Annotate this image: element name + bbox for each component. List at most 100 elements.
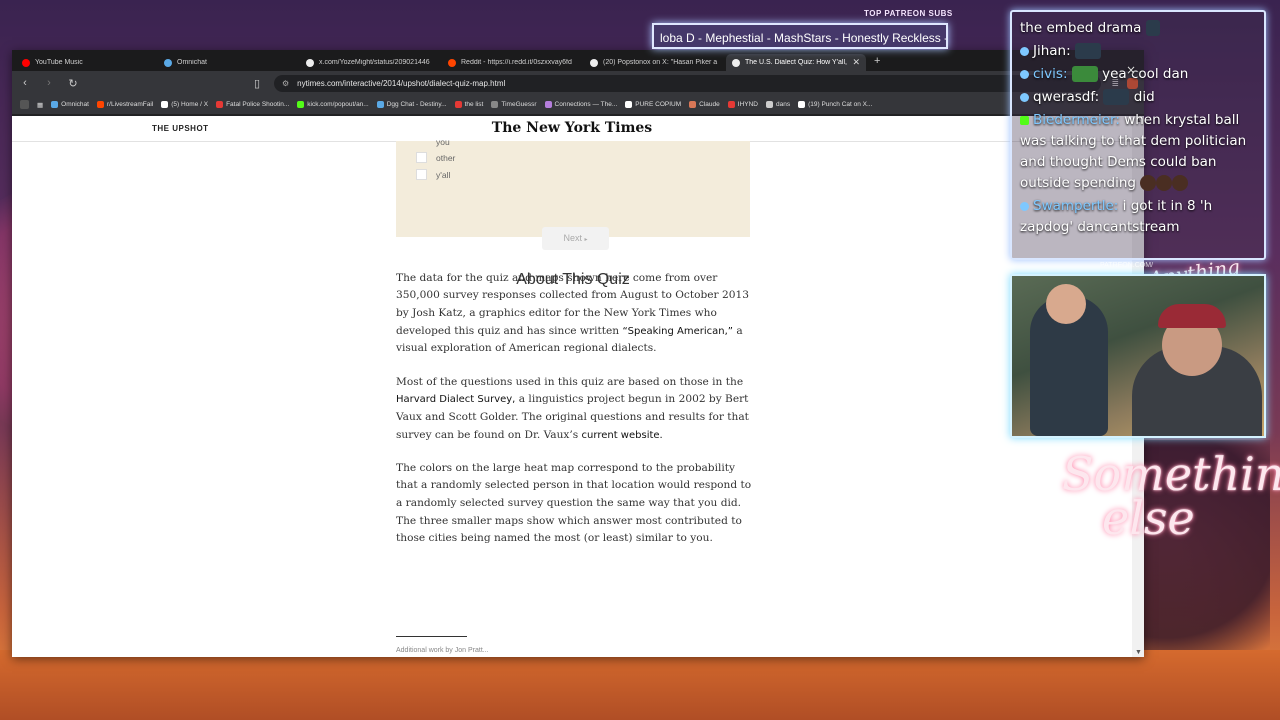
emote-icon <box>1071 66 1098 82</box>
emote-icon <box>1103 89 1130 105</box>
address-bar[interactable]: ⚙ nytimes.com/interactive/2014/upshot/di… <box>274 74 1102 92</box>
reddit-icon <box>448 58 456 67</box>
tab-omnichat[interactable]: Omnichat <box>158 54 298 71</box>
bookmark-omnichat[interactable]: Omnichat <box>51 101 89 108</box>
claude-icon <box>689 101 697 108</box>
bookmark-punch-cat[interactable]: (19) Punch Cat on X... <box>798 101 872 108</box>
footnote-text: Additional work by Jon Pratt... <box>396 647 489 654</box>
chat-text: yea cool dan <box>1102 66 1189 82</box>
option-label: you <box>436 136 450 147</box>
tab-x-status[interactable]: x.com/YozeMight/status/209021446 <box>300 54 440 71</box>
new-tab-button[interactable]: + <box>868 55 886 67</box>
tab-reddit[interactable]: Reddit - https://i.redd.it/0szxxvay6fd <box>442 54 582 71</box>
bookmark-police-shootings[interactable]: Fatal Police Shootin... <box>216 101 289 108</box>
omnichat-icon <box>164 58 172 67</box>
bookmark-pure-copium[interactable]: PURE COPIUM <box>625 101 681 108</box>
bookmark-dgg[interactable]: Dgg Chat - Destiny... <box>376 101 447 108</box>
chat-username: Jihan: <box>1033 43 1071 59</box>
x-icon <box>306 58 314 67</box>
bookmark-the-list[interactable]: the list <box>454 101 484 108</box>
emote-icon <box>1140 175 1157 191</box>
forward-icon[interactable]: › <box>42 77 56 89</box>
bookmark-label: Connections — The... <box>554 101 618 108</box>
tab-strip: YouTube Music Omnichat x.com/YozeMight/s… <box>12 50 1144 71</box>
grid-icon[interactable]: ▦ <box>37 101 43 109</box>
chat-username: Swampertle: <box>1033 198 1119 214</box>
bookmark-connections[interactable]: Connections — The... <box>544 101 618 108</box>
harvard-dialect-survey-link[interactable]: Harvard Dialect Survey, <box>396 394 515 405</box>
quiz-option-yall[interactable]: y'all <box>416 169 450 180</box>
current-website-link[interactable]: current website. <box>582 430 663 441</box>
tab-label: Omnichat <box>177 59 207 66</box>
close-icon[interactable]: ✕ <box>852 57 860 68</box>
background-ground <box>0 650 1280 720</box>
tab-youtube-music[interactable]: YouTube Music <box>16 54 156 71</box>
x-icon <box>590 58 598 67</box>
shooting-icon <box>216 101 224 108</box>
bookmark-x-home[interactable]: (5) Home / X <box>161 101 208 108</box>
reload-icon[interactable]: ↻ <box>66 77 80 90</box>
bookmark-label: Omnichat <box>61 101 89 108</box>
kick-icon <box>297 101 305 108</box>
globe-icon <box>491 101 499 108</box>
stream-chat-overlay: the embed drama Jihan: civis: yea cool d… <box>1010 10 1266 260</box>
bookmark-label: PURE COPIUM <box>635 101 682 108</box>
paragraph-text: Most of the questions used in this quiz … <box>396 375 744 388</box>
checkbox[interactable] <box>416 152 427 163</box>
connections-icon <box>544 101 552 108</box>
apps-icon[interactable] <box>20 100 29 109</box>
scroll-down-icon[interactable]: ▼ <box>1135 649 1142 656</box>
tab-label: Reddit - https://i.redd.it/0szxxvay6fd <box>461 59 572 66</box>
tab-label: x.com/YozeMight/status/209021446 <box>319 59 430 66</box>
quiz-option-you[interactable]: you <box>416 136 450 147</box>
url-text: nytimes.com/interactive/2014/upshot/dial… <box>297 78 506 88</box>
bookmark-kick[interactable]: kick.com/popout/an... <box>297 101 369 108</box>
checkbox[interactable] <box>416 169 427 180</box>
option-label: y'all <box>436 169 451 180</box>
chat-message: qwerasdf: did <box>1020 87 1256 108</box>
nyt-header: THE UPSHOT The New York Times <box>12 116 1132 142</box>
bookmark-dans[interactable]: dans <box>766 101 790 108</box>
browser-toolbar: ‹ › ↻ ▯ ⚙ nytimes.com/interactive/2014/u… <box>12 71 1144 95</box>
user-badge-icon <box>1020 92 1029 102</box>
youtube-icon <box>727 101 735 108</box>
quiz-option-other[interactable]: other <box>416 152 455 163</box>
next-button[interactable]: Next ▸ <box>542 227 609 250</box>
bookmark-livestreamfail[interactable]: r/LivestreamFail <box>96 101 153 108</box>
bookmark-icon[interactable]: ▯ <box>250 77 264 90</box>
chat-message: the embed drama <box>1020 18 1256 39</box>
bookmark-label: IHYND <box>737 101 758 108</box>
bookmark-claude[interactable]: Claude <box>689 101 720 108</box>
bookmark-label: Fatal Police Shootin... <box>226 101 290 108</box>
tab-label: (20) Popstonox on X: "Hasan Piker a <box>603 59 718 66</box>
divider <box>396 636 467 637</box>
back-icon[interactable]: ‹ <box>18 77 32 89</box>
webcam-headphones <box>1158 304 1226 328</box>
nyt-icon <box>732 58 740 67</box>
close-icon[interactable]: × <box>1126 60 1136 81</box>
chat-message: civis: yea cool dan <box>1020 64 1256 85</box>
chat-username: civis: <box>1033 66 1068 82</box>
site-info-icon[interactable]: ⚙ <box>282 79 289 88</box>
speaking-american-link[interactable]: “Speaking American,” <box>622 326 733 337</box>
nyt-masthead-logo[interactable]: The New York Times <box>12 120 1132 136</box>
tab-label: YouTube Music <box>35 59 83 66</box>
patreon-url-label: PATREON.COM/ <box>1100 262 1154 269</box>
page-viewport: THE UPSHOT The New York Times you other … <box>12 116 1132 657</box>
bookmark-label: the list <box>464 101 484 108</box>
browser-window: YouTube Music Omnichat x.com/YozeMight/s… <box>12 50 1144 657</box>
webcam-feed <box>1010 274 1266 438</box>
bookmark-timeguessr[interactable]: TimeGuessr <box>491 101 537 108</box>
bookmark-ihynd[interactable]: IHYND <box>727 101 758 108</box>
chat-message: Jihan: <box>1020 41 1256 62</box>
bookmark-label: Dgg Chat - Destiny... <box>386 101 447 108</box>
x-icon <box>798 101 806 108</box>
tab-x-popstonox[interactable]: (20) Popstonox on X: "Hasan Piker a <box>584 54 724 71</box>
tab-dialect-quiz[interactable]: The U.S. Dialect Quiz: How Y'all, ✕ <box>726 54 866 71</box>
bookmark-label: Claude <box>699 101 720 108</box>
bookmark-label: (5) Home / X <box>171 101 209 108</box>
list-icon <box>454 101 462 108</box>
emote-icon <box>1074 43 1101 59</box>
bookmark-label: kick.com/popout/an... <box>307 101 369 108</box>
tab-label: The U.S. Dialect Quiz: How Y'all, <box>745 59 847 66</box>
